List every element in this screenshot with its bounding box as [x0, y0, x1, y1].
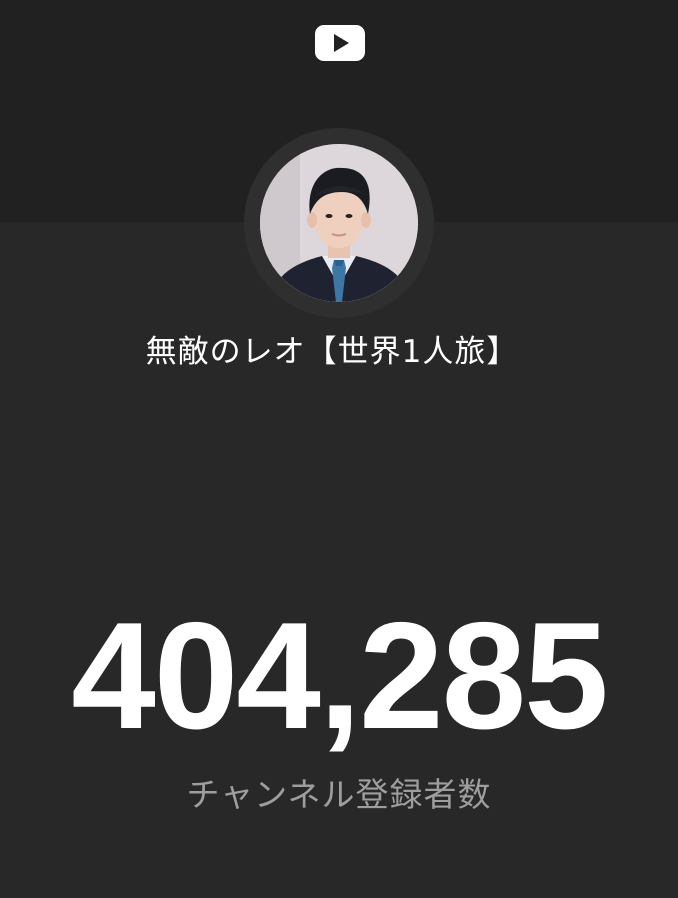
channel-name: 無敵のレオ【世界1人旅】: [145, 334, 519, 370]
subscriber-counter-screen: 無敵のレオ【世界1人旅】 404,285 チャンネル登録者数: [0, 0, 678, 898]
subscriber-count: 404,285: [71, 591, 608, 761]
subscriber-label: チャンネル登録者数: [186, 775, 492, 814]
youtube-play-icon: [315, 25, 365, 61]
channel-avatar: [260, 144, 418, 302]
